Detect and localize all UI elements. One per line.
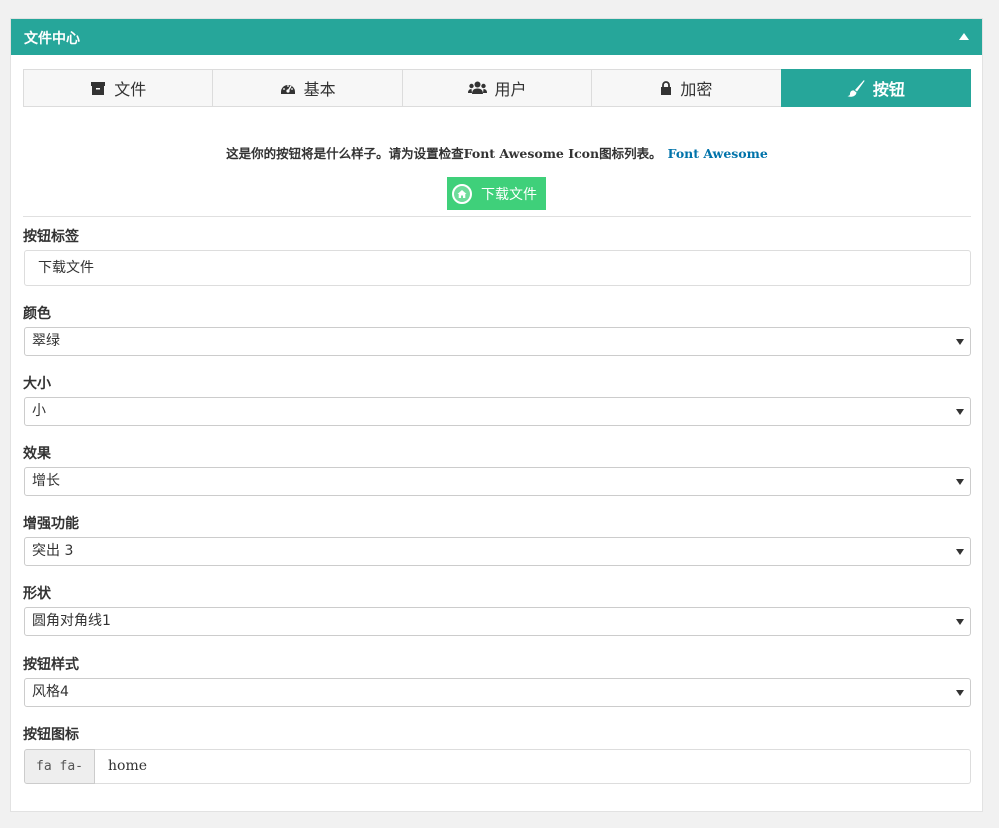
tab-encryption[interactable]: 加密 — [591, 69, 782, 107]
tab-label: 用户 — [494, 80, 527, 99]
home-icon — [452, 183, 472, 204]
enhance-field-label: 增强功能 — [23, 516, 79, 532]
tab-label: 基本 — [303, 80, 336, 99]
shape-field-label: 形状 — [23, 586, 51, 602]
chevron-down-icon — [956, 409, 964, 415]
size-select[interactable]: 小 — [24, 397, 971, 426]
icon-prefix-addon: fa fa- — [24, 749, 95, 784]
button-style-select[interactable]: 风格4 — [24, 678, 971, 707]
preview-button-label: 下载文件 — [481, 186, 537, 203]
button-description: 这是你的按钮将是什么样子。请为设置检查Font Awesome Icon图标列表… — [23, 143, 971, 162]
collapse-up-icon[interactable] — [959, 33, 969, 40]
size-field-label: 大小 — [23, 376, 51, 392]
panel-title: 文件中心 — [24, 31, 80, 47]
color-select-value: 翠绿 — [32, 333, 60, 349]
chevron-down-icon — [956, 690, 964, 696]
tab-label: 加密 — [680, 80, 713, 99]
chevron-down-icon — [956, 619, 964, 625]
tab-files[interactable]: 文件 — [23, 69, 214, 107]
effect-field-label: 效果 — [23, 446, 51, 462]
tab-button[interactable]: 按钮 — [780, 69, 972, 107]
shape-select[interactable]: 圆角对角线1 — [24, 607, 971, 636]
divider — [23, 216, 971, 217]
shape-select-value: 圆角对角线1 — [32, 613, 111, 629]
paint-brush-icon — [847, 79, 865, 97]
tab-label: 文件 — [114, 80, 147, 99]
button-icon-input[interactable]: home — [95, 749, 971, 784]
settings-tabs: 文件 基本 用户 加密 按钮 — [23, 69, 972, 107]
users-icon — [467, 80, 487, 96]
tab-users[interactable]: 用户 — [401, 69, 593, 107]
file-center-panel: 文件中心 文件 基本 用户 加密 按钮 这是你的按钮将是什么样子。请为设置检查F… — [10, 18, 983, 812]
button-style-select-value: 风格4 — [32, 684, 69, 700]
color-field-label: 颜色 — [23, 306, 51, 322]
color-select[interactable]: 翠绿 — [24, 327, 971, 356]
tab-basic[interactable]: 基本 — [212, 69, 403, 107]
button-label-input[interactable]: 下载文件 — [24, 250, 971, 286]
tab-label: 按钮 — [872, 80, 905, 99]
archive-icon — [90, 80, 106, 96]
chevron-down-icon — [956, 339, 964, 345]
effect-select-value: 增长 — [32, 473, 60, 489]
description-text: 这是你的按钮将是什么样子。请为设置检查Font Awesome Icon图标列表… — [226, 146, 662, 161]
dashboard-icon — [280, 80, 296, 96]
chevron-down-icon — [956, 479, 964, 485]
enhance-select-value: 突出 3 — [32, 543, 74, 559]
size-select-value: 小 — [32, 403, 46, 419]
button-label-field-label: 按钮标签 — [23, 229, 79, 245]
download-preview-button[interactable]: 下载文件 — [447, 177, 546, 210]
enhance-select[interactable]: 突出 3 — [24, 537, 971, 566]
effect-select[interactable]: 增长 — [24, 467, 971, 496]
font-awesome-link[interactable]: Font Awesome — [668, 146, 768, 161]
chevron-down-icon — [956, 549, 964, 555]
lock-icon — [660, 80, 672, 96]
panel-header[interactable]: 文件中心 — [11, 19, 982, 55]
button-style-field-label: 按钮样式 — [23, 657, 79, 673]
button-icon-field-label: 按钮图标 — [23, 727, 79, 743]
